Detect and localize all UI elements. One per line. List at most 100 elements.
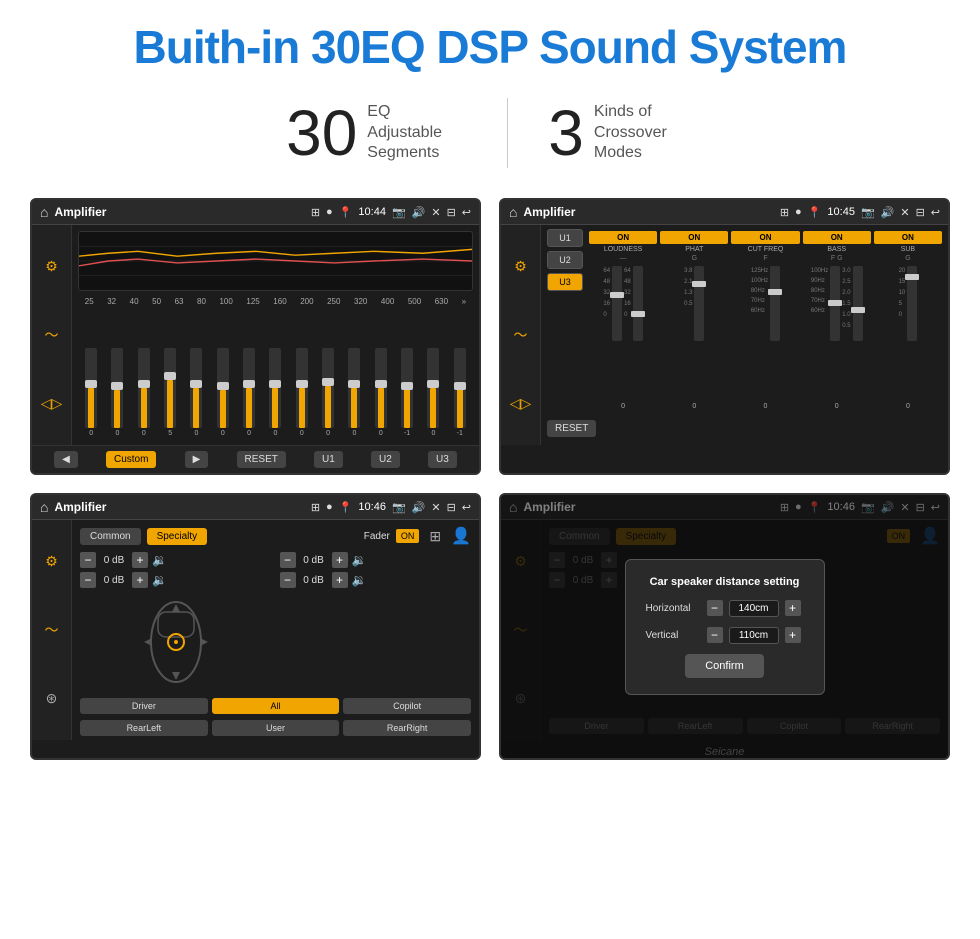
u1-btn[interactable]: U1 (314, 451, 343, 468)
copilot-btn[interactable]: Copilot (343, 698, 471, 714)
minimize-icon-2[interactable]: ⊟ (916, 206, 925, 219)
close-icon-2[interactable]: ✕ (900, 206, 909, 219)
eq-slider-8: 0 (269, 348, 281, 437)
distance-dialog: Car speaker distance setting Horizontal … (625, 559, 825, 695)
vertical-plus[interactable]: + (785, 627, 801, 643)
back-icon-2[interactable]: ↩ (931, 206, 940, 219)
eq-slider-3: 0 (138, 348, 150, 437)
spec-wave-icon[interactable]: 〜 (45, 620, 59, 640)
eq-slider-13: -1 (401, 348, 413, 437)
plus-btn-3[interactable]: + (332, 552, 348, 568)
screen3-icon1: ⊞ (311, 501, 320, 514)
plus-btn-4[interactable]: + (332, 572, 348, 588)
page-title: Buith-in 30EQ DSP Sound System (30, 20, 950, 74)
u3-btn[interactable]: U3 (428, 451, 457, 468)
stats-row: 30 EQ AdjustableSegments 3 Kinds ofCross… (30, 98, 950, 168)
custom-btn[interactable]: Custom (106, 451, 156, 468)
eq-slider-5: 0 (190, 348, 202, 437)
screen2-icon2: ● (795, 206, 802, 218)
common-tab[interactable]: Common (80, 528, 141, 545)
db-row-2: − 0 dB + 🔉 (80, 572, 272, 588)
gps-icon: 📍 (339, 206, 353, 219)
horizontal-plus[interactable]: + (785, 600, 801, 616)
minus-btn-3[interactable]: − (280, 552, 296, 568)
screen-eq: ⌂ Amplifier ⊞ ● 📍 10:44 📷 🔊 ✕ ⊟ ↩ ⚙ 〜 ◁▷ (30, 198, 481, 475)
home-icon[interactable]: ⌂ (40, 204, 48, 220)
crossover-content: ⚙ 〜 ◁▷ U1 U2 U3 (501, 225, 948, 445)
spec-settings-icon[interactable]: ⚙ (45, 553, 58, 570)
cross-sidebar: ⚙ 〜 ◁▷ (501, 225, 541, 445)
speaker-icon-4: 🔉 (352, 573, 367, 587)
spec-bt-icon[interactable]: ⊛ (46, 690, 58, 707)
home-icon-2[interactable]: ⌂ (509, 204, 517, 220)
vertical-minus[interactable]: − (707, 627, 723, 643)
confirm-button[interactable]: Confirm (685, 654, 764, 678)
screen1-title: Amplifier (54, 205, 304, 219)
eq-settings-icon[interactable]: ⚙ (45, 258, 58, 275)
spec-body: − 0 dB + 🔉 − 0 dB + 🔉 (80, 552, 471, 692)
eq-slider-15: -1 (454, 348, 466, 437)
specialty-tab[interactable]: Specialty (147, 528, 208, 545)
screen1-time: 10:44 (358, 206, 386, 218)
screen2-title: Amplifier (523, 205, 773, 219)
minimize-icon-3[interactable]: ⊟ (447, 501, 456, 514)
eq-content: ⚙ 〜 ◁▷ (32, 225, 479, 445)
all-btn[interactable]: All (212, 698, 340, 714)
cross-channels-container: ON LOUDNESS — 644832160 (589, 229, 942, 410)
plus-btn-2[interactable]: + (132, 572, 148, 588)
close-icon[interactable]: ✕ (431, 206, 440, 219)
play-btn[interactable]: ▶ (185, 451, 209, 468)
person-icon[interactable]: 👤 (451, 526, 471, 546)
u2-preset[interactable]: U2 (547, 251, 583, 269)
u2-btn[interactable]: U2 (371, 451, 400, 468)
fader-on: ON (396, 529, 420, 543)
horizontal-minus[interactable]: − (707, 600, 723, 616)
eq-volume-icon[interactable]: ◁▷ (41, 395, 63, 412)
eq-main: 25 32 40 50 63 80 100 125 160 200 250 32… (72, 225, 479, 445)
u3-preset[interactable]: U3 (547, 273, 583, 291)
reset-btn[interactable]: RESET (237, 451, 286, 468)
back-icon-3[interactable]: ↩ (462, 501, 471, 514)
cross-wave-icon[interactable]: 〜 (514, 325, 528, 345)
db-row-3: − 0 dB + 🔉 (280, 552, 472, 568)
eq-wave-icon[interactable]: 〜 (45, 325, 59, 345)
channel-bass: ON BASS F G 100Hz90Hz80Hz70Hz60Hz (803, 231, 871, 410)
horizontal-row: Horizontal − 140cm + (646, 600, 804, 617)
cross-settings-icon[interactable]: ⚙ (514, 258, 527, 275)
screen1-icon1: ⊞ (311, 206, 320, 219)
vertical-value: 110cm (729, 627, 779, 644)
rearleft-btn[interactable]: RearLeft (80, 720, 208, 736)
screen-crossover: ⌂ Amplifier ⊞ ● 📍 10:45 📷 🔊 ✕ ⊟ ↩ ⚙ 〜 ◁▷ (499, 198, 950, 475)
screen3-icon2: ● (326, 501, 333, 513)
stat-number-crossover: 3 (548, 101, 584, 165)
driver-btn[interactable]: Driver (80, 698, 208, 714)
stat-crossover: 3 Kinds ofCrossover Modes (548, 101, 694, 165)
eq-slider-12: 0 (375, 348, 387, 437)
volume-icon: 🔊 (412, 206, 426, 219)
cross-reset-btn[interactable]: RESET (547, 420, 596, 437)
eq-sidebar: ⚙ 〜 ◁▷ (32, 225, 72, 445)
cross-vol-icon[interactable]: ◁▷ (510, 395, 532, 412)
camera-icon-2: 📷 (861, 206, 875, 219)
minus-btn-4[interactable]: − (280, 572, 296, 588)
minus-btn-2[interactable]: − (80, 572, 96, 588)
back-icon[interactable]: ↩ (462, 206, 471, 219)
stat-divider (507, 98, 508, 168)
stat-number-eq: 30 (286, 101, 357, 165)
screen-distance: ⌂ Amplifier ⊞ ● 📍 10:46 📷 🔊 ✕ ⊟ ↩ ⚙ 〜 ⊛ (499, 493, 950, 760)
rearright-btn[interactable]: RearRight (343, 720, 471, 736)
u1-preset[interactable]: U1 (547, 229, 583, 247)
volume-icon-2: 🔊 (881, 206, 895, 219)
eq-sliders: 0 0 (78, 310, 473, 439)
close-icon-3[interactable]: ✕ (431, 501, 440, 514)
minus-btn-1[interactable]: − (80, 552, 96, 568)
screen1-topbar: ⌂ Amplifier ⊞ ● 📍 10:44 📷 🔊 ✕ ⊟ ↩ (32, 200, 479, 225)
db-row-4: − 0 dB + 🔉 (280, 572, 472, 588)
plus-btn-1[interactable]: + (132, 552, 148, 568)
home-icon-3[interactable]: ⌂ (40, 499, 48, 515)
prev-btn[interactable]: ◀ (54, 451, 78, 468)
speaker-icon-3: 🔉 (352, 553, 367, 567)
user-btn[interactable]: User (212, 720, 340, 736)
minimize-icon[interactable]: ⊟ (447, 206, 456, 219)
db-row-1: − 0 dB + 🔉 (80, 552, 272, 568)
